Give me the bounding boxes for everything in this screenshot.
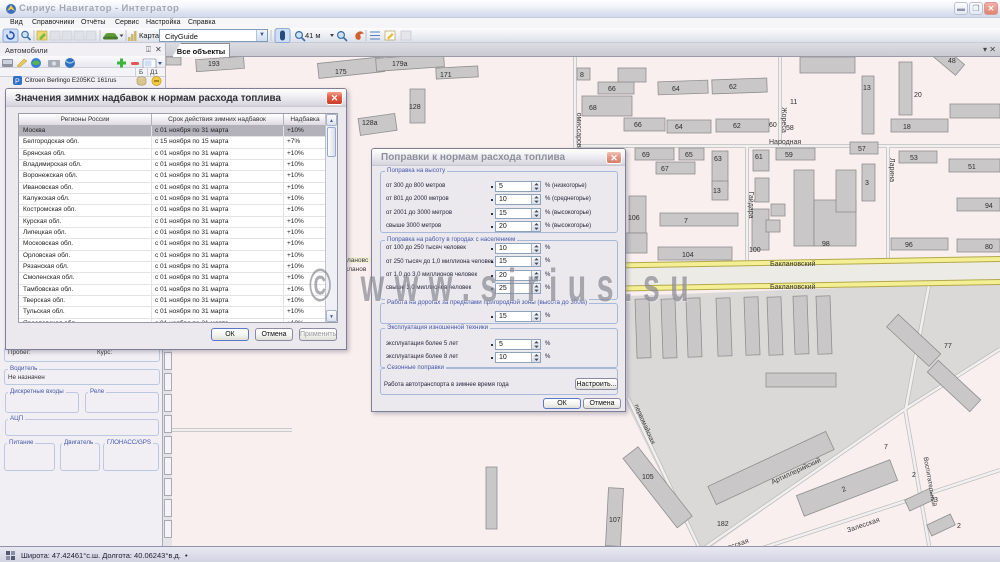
svg-text:94: 94	[985, 203, 993, 210]
svg-text:48: 48	[948, 58, 956, 65]
svg-text:20: 20	[914, 92, 922, 99]
svg-text:68: 68	[589, 105, 597, 112]
svg-text:13: 13	[713, 188, 721, 195]
svg-text:128а: 128а	[362, 120, 378, 127]
svg-text:193: 193	[208, 61, 220, 68]
svg-text:106: 106	[628, 215, 640, 222]
svg-text:96: 96	[905, 242, 913, 249]
svg-text:65: 65	[685, 152, 693, 159]
svg-text:53: 53	[910, 155, 918, 162]
svg-text:2: 2	[957, 523, 961, 530]
svg-text:7: 7	[884, 444, 888, 451]
svg-text:107: 107	[609, 517, 621, 524]
svg-text:2: 2	[912, 472, 916, 479]
svg-text:59: 59	[785, 152, 793, 159]
svg-text:77: 77	[944, 343, 952, 350]
svg-text:омиссарова: омиссарова	[575, 113, 582, 152]
svg-text:64: 64	[672, 86, 680, 93]
svg-text:Ларина: Ларина	[888, 158, 895, 182]
svg-text:66: 66	[608, 86, 616, 93]
svg-text:P: P	[15, 79, 20, 86]
svg-text:Баклановский: Баклановский	[770, 283, 815, 291]
svg-text:179а: 179а	[392, 61, 408, 68]
svg-text:7: 7	[684, 218, 688, 225]
svg-text:171: 171	[440, 72, 452, 79]
svg-text:80: 80	[985, 244, 993, 251]
svg-text:182: 182	[717, 521, 729, 528]
svg-text:69: 69	[642, 152, 650, 159]
svg-text:8: 8	[580, 72, 584, 79]
svg-text:18: 18	[903, 124, 911, 131]
svg-text:Жореса: Жореса	[780, 107, 787, 133]
svg-text:128: 128	[409, 104, 421, 111]
svg-text:Баклановский: Баклановский	[770, 260, 815, 268]
svg-text:62: 62	[733, 123, 741, 130]
svg-text:62: 62	[729, 84, 737, 91]
svg-text:105: 105	[642, 474, 654, 481]
svg-text:11: 11	[790, 99, 797, 106]
svg-text:60: 60	[769, 122, 777, 129]
svg-text:3: 3	[865, 180, 869, 187]
svg-text:98: 98	[822, 241, 830, 248]
svg-text:100: 100	[749, 247, 761, 254]
svg-text:13: 13	[863, 85, 871, 92]
svg-text:51: 51	[968, 164, 976, 171]
svg-text:63: 63	[714, 156, 722, 163]
svg-text:66: 66	[634, 122, 642, 129]
svg-text:175: 175	[335, 69, 347, 76]
svg-text:57: 57	[858, 146, 866, 153]
svg-text:67: 67	[661, 166, 669, 173]
svg-text:64: 64	[675, 124, 683, 131]
svg-text:61: 61	[755, 154, 763, 161]
svg-text:Народная: Народная	[769, 139, 801, 146]
svg-text:Гайдара: Гайдара	[747, 192, 755, 219]
